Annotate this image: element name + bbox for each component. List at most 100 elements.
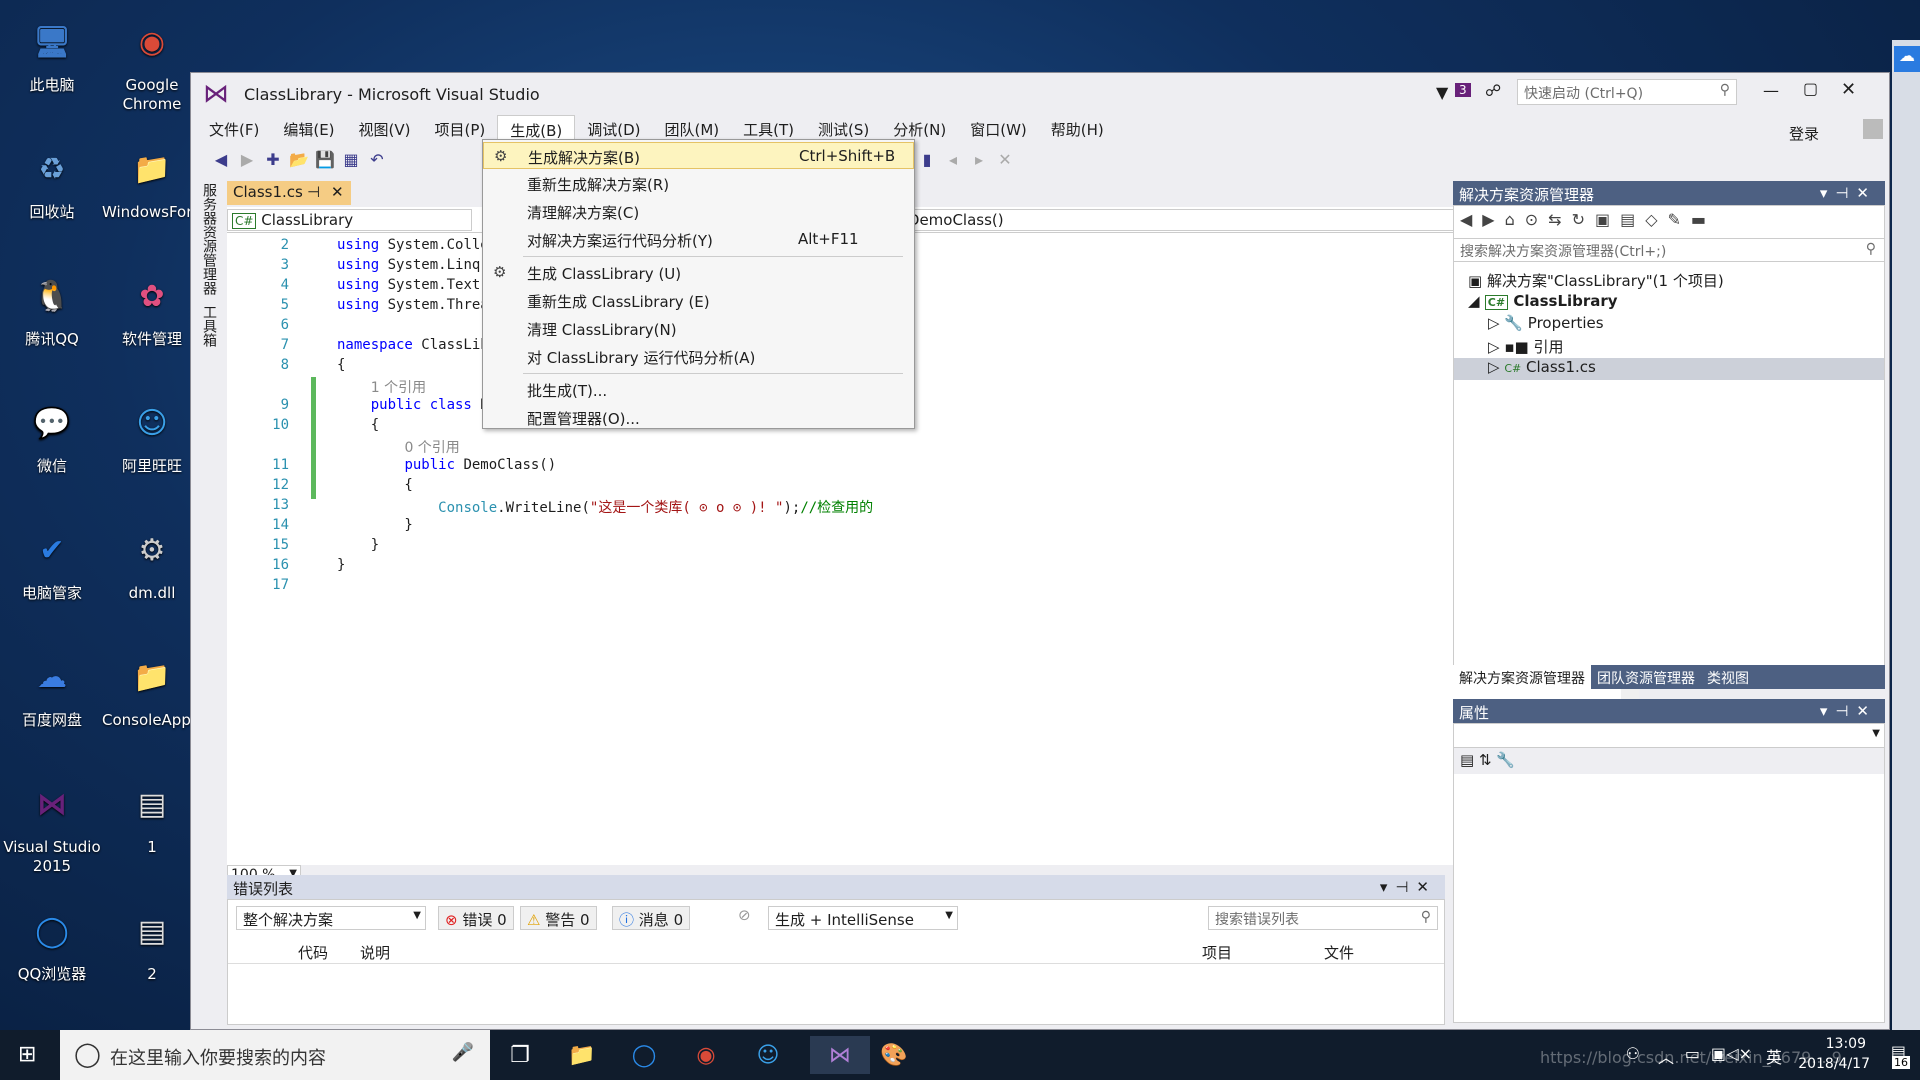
login-link[interactable]: 登录 bbox=[1789, 123, 1819, 144]
new-project-icon[interactable]: ✚ bbox=[263, 149, 283, 169]
forward-icon[interactable]: ▶ bbox=[237, 149, 257, 169]
warnings-filter[interactable]: ⚠ 警告 0 bbox=[520, 906, 597, 930]
panel-controls[interactable]: ▾⊣✕ bbox=[1820, 702, 1877, 720]
code-line[interactable]: { bbox=[337, 477, 412, 493]
tree-properties[interactable]: ▷ 🔧 Properties bbox=[1488, 314, 1604, 332]
code-line[interactable]: { bbox=[337, 357, 345, 373]
solution-search-input[interactable]: 搜索解决方案资源管理器(Ctrl+;) ⚲ bbox=[1454, 238, 1884, 262]
taskbar-search-input[interactable]: ◯ 在这里输入你要搜索的内容 🎤 bbox=[60, 1030, 490, 1080]
close-tab-icon[interactable]: ✕ bbox=[331, 183, 344, 201]
build-menu-item[interactable]: 清理 ClassLibrary(N) bbox=[483, 315, 914, 342]
code-line[interactable]: { bbox=[337, 417, 379, 433]
back-icon[interactable]: ◀ bbox=[211, 149, 231, 169]
messages-filter[interactable]: ⓘ 消息 0 bbox=[612, 906, 691, 930]
tab-team-explorer[interactable]: 团队资源管理器 bbox=[1591, 665, 1701, 689]
filter-icon[interactable]: ▼ bbox=[1436, 83, 1448, 102]
desktop-icon[interactable]: ☁ 百度网盘 bbox=[2, 647, 102, 730]
alphabetical-icon[interactable]: ⇅ bbox=[1479, 751, 1492, 769]
solution-toolbar[interactable]: ◀▶⌂⊙⇆↻▣▤◇✎▬ bbox=[1460, 210, 1716, 234]
property-pages-icon[interactable]: 🔧 bbox=[1496, 751, 1515, 769]
error-search-input[interactable]: 搜索错误列表 ⚲ bbox=[1208, 906, 1438, 930]
code-line[interactable]: } bbox=[337, 517, 412, 533]
build-menu-item[interactable]: 配置管理器(O)... bbox=[483, 404, 914, 431]
open-file-icon[interactable]: 📂 bbox=[289, 149, 309, 169]
code-line[interactable]: using System.Text; bbox=[337, 277, 489, 293]
desktop-icon[interactable]: 📁 ConsoleApplication1 bbox=[102, 647, 255, 730]
clear-bookmark-icon[interactable]: ✕ bbox=[995, 149, 1015, 169]
tree-solution[interactable]: ▣ 解决方案"ClassLibrary"(1 个项目) bbox=[1468, 270, 1724, 291]
tab-solution-explorer[interactable]: 解决方案资源管理器 bbox=[1453, 665, 1591, 689]
code-line[interactable]: Console.WriteLine("这是一个类库( ⊙ o ⊙ )! ");/… bbox=[337, 497, 873, 517]
properties-object-dropdown[interactable]: ▼ bbox=[1454, 724, 1884, 748]
build-menu-item[interactable]: 重新生成 ClassLibrary (E) bbox=[483, 287, 914, 314]
col-code[interactable]: 代码 bbox=[298, 942, 328, 963]
qq-browser-icon[interactable]: ◯ bbox=[624, 1036, 664, 1074]
quick-launch-input[interactable]: 快速启动 (Ctrl+Q) ⚲ bbox=[1517, 79, 1737, 105]
build-menu-item[interactable]: 清理解决方案(C) bbox=[483, 198, 914, 225]
code-line[interactable]: using System.Threa bbox=[337, 297, 489, 313]
build-menu-item[interactable]: ⚙ 生成 ClassLibrary (U) bbox=[483, 259, 914, 286]
tree-references[interactable]: ▷ ▪■ 引用 bbox=[1488, 336, 1563, 357]
next-bookmark-icon[interactable]: ▸ bbox=[969, 149, 989, 169]
account-icon[interactable] bbox=[1863, 119, 1883, 139]
tree-project[interactable]: ◢ C# ClassLibrary bbox=[1468, 292, 1618, 310]
panel-controls[interactable]: ▾⊣✕ bbox=[1820, 184, 1877, 202]
menu-item[interactable]: 文件(F) bbox=[197, 115, 271, 143]
windows-start-icon[interactable]: ⊞ bbox=[18, 1042, 36, 1067]
cloud-icon[interactable]: ☁ bbox=[1894, 46, 1920, 72]
feedback-icon[interactable]: ☍ bbox=[1485, 81, 1501, 100]
desktop-icon[interactable]: ♻ 回收站 bbox=[2, 139, 102, 222]
desktop-icon[interactable]: ☺ 阿里旺旺 bbox=[102, 393, 202, 476]
errors-filter[interactable]: ⊗ 错误 0 bbox=[438, 906, 514, 930]
prev-bookmark-icon[interactable]: ◂ bbox=[943, 149, 963, 169]
visual-studio-taskbar-icon[interactable]: ⋈ bbox=[810, 1036, 870, 1074]
toolbox-tab[interactable]: 工具箱 bbox=[199, 305, 219, 347]
menu-item[interactable]: 窗口(W) bbox=[958, 115, 1039, 143]
build-menu-item[interactable]: ⚙ 生成解决方案(B) Ctrl+Shift+B bbox=[483, 142, 914, 169]
pin-icon[interactable]: ⊣ bbox=[307, 183, 320, 201]
desktop-icon[interactable]: ◉ Google Chrome bbox=[102, 12, 202, 114]
desktop-icon[interactable]: ⚙ dm.dll bbox=[102, 520, 202, 603]
desktop-icon[interactable]: 💬 微信 bbox=[2, 393, 102, 476]
undo-icon[interactable]: ↶ bbox=[367, 149, 387, 169]
code-line[interactable]: using System.Colle bbox=[337, 237, 489, 253]
tree-class1-cs[interactable]: ▷ C# Class1.cs bbox=[1454, 358, 1884, 380]
save-all-icon[interactable]: ▦ bbox=[341, 149, 361, 169]
code-line[interactable]: 0 个引用 bbox=[337, 437, 459, 457]
bookmark-icon[interactable]: ▮ bbox=[917, 149, 937, 169]
server-explorer-tab[interactable]: 服务器资源管理器 bbox=[199, 183, 219, 295]
build-menu-item[interactable]: 重新生成解决方案(R) bbox=[483, 170, 914, 197]
project-dropdown[interactable]: C# ClassLibrary bbox=[227, 209, 472, 231]
scope-dropdown[interactable]: 整个解决方案 ▼ bbox=[236, 906, 426, 930]
build-menu-item[interactable]: 对解决方案运行代码分析(Y) Alt+F11 bbox=[483, 226, 914, 253]
aliwangwang-icon[interactable]: ☺ bbox=[748, 1036, 788, 1074]
menu-item[interactable]: 帮助(H) bbox=[1039, 115, 1116, 143]
code-line[interactable]: namespace ClassLib bbox=[337, 337, 489, 353]
tab-class-view[interactable]: 类视图 bbox=[1701, 665, 1755, 689]
build-menu-item[interactable]: 批生成(T)... bbox=[483, 376, 914, 403]
maximize-button[interactable]: ▢ bbox=[1803, 79, 1818, 98]
code-editor[interactable]: 2 using System.Colle 3 using System.Linq; 4 u… bbox=[227, 233, 1639, 865]
code-line[interactable]: public class D bbox=[337, 397, 489, 413]
menu-item[interactable]: 视图(V) bbox=[347, 115, 423, 143]
build-filter-dropdown[interactable]: 生成 + IntelliSense ▼ bbox=[768, 906, 958, 930]
file-explorer-icon[interactable]: 📁 bbox=[562, 1036, 602, 1074]
paint-icon[interactable]: 🎨 bbox=[874, 1036, 914, 1074]
desktop-icon[interactable]: 🖥 此电脑 bbox=[2, 12, 102, 95]
categorized-icon[interactable]: ▤ bbox=[1460, 751, 1474, 769]
panel-controls[interactable]: ▾⊣✕ bbox=[1380, 878, 1437, 896]
menu-item[interactable]: 编辑(E) bbox=[271, 115, 346, 143]
desktop-icon[interactable]: ▤ 2 bbox=[102, 901, 202, 984]
minimize-button[interactable]: — bbox=[1763, 81, 1779, 100]
col-file[interactable]: 文件 bbox=[1324, 942, 1354, 963]
build-menu-item[interactable]: 对 ClassLibrary 运行代码分析(A) bbox=[483, 343, 914, 370]
code-line[interactable]: public DemoClass() bbox=[337, 457, 556, 473]
close-button[interactable]: ✕ bbox=[1841, 79, 1856, 100]
col-description[interactable]: 说明 bbox=[360, 942, 390, 963]
code-line[interactable]: } bbox=[337, 537, 379, 553]
desktop-icon[interactable]: 📁 WindowsFormsApplicat... bbox=[102, 139, 290, 222]
chrome-icon[interactable]: ◉ bbox=[686, 1036, 726, 1074]
code-line[interactable]: using System.Linq; bbox=[337, 257, 489, 273]
desktop-icon[interactable]: ⋈ Visual Studio 2015 bbox=[2, 774, 102, 876]
desktop-icon[interactable]: ▤ 1 bbox=[102, 774, 202, 857]
